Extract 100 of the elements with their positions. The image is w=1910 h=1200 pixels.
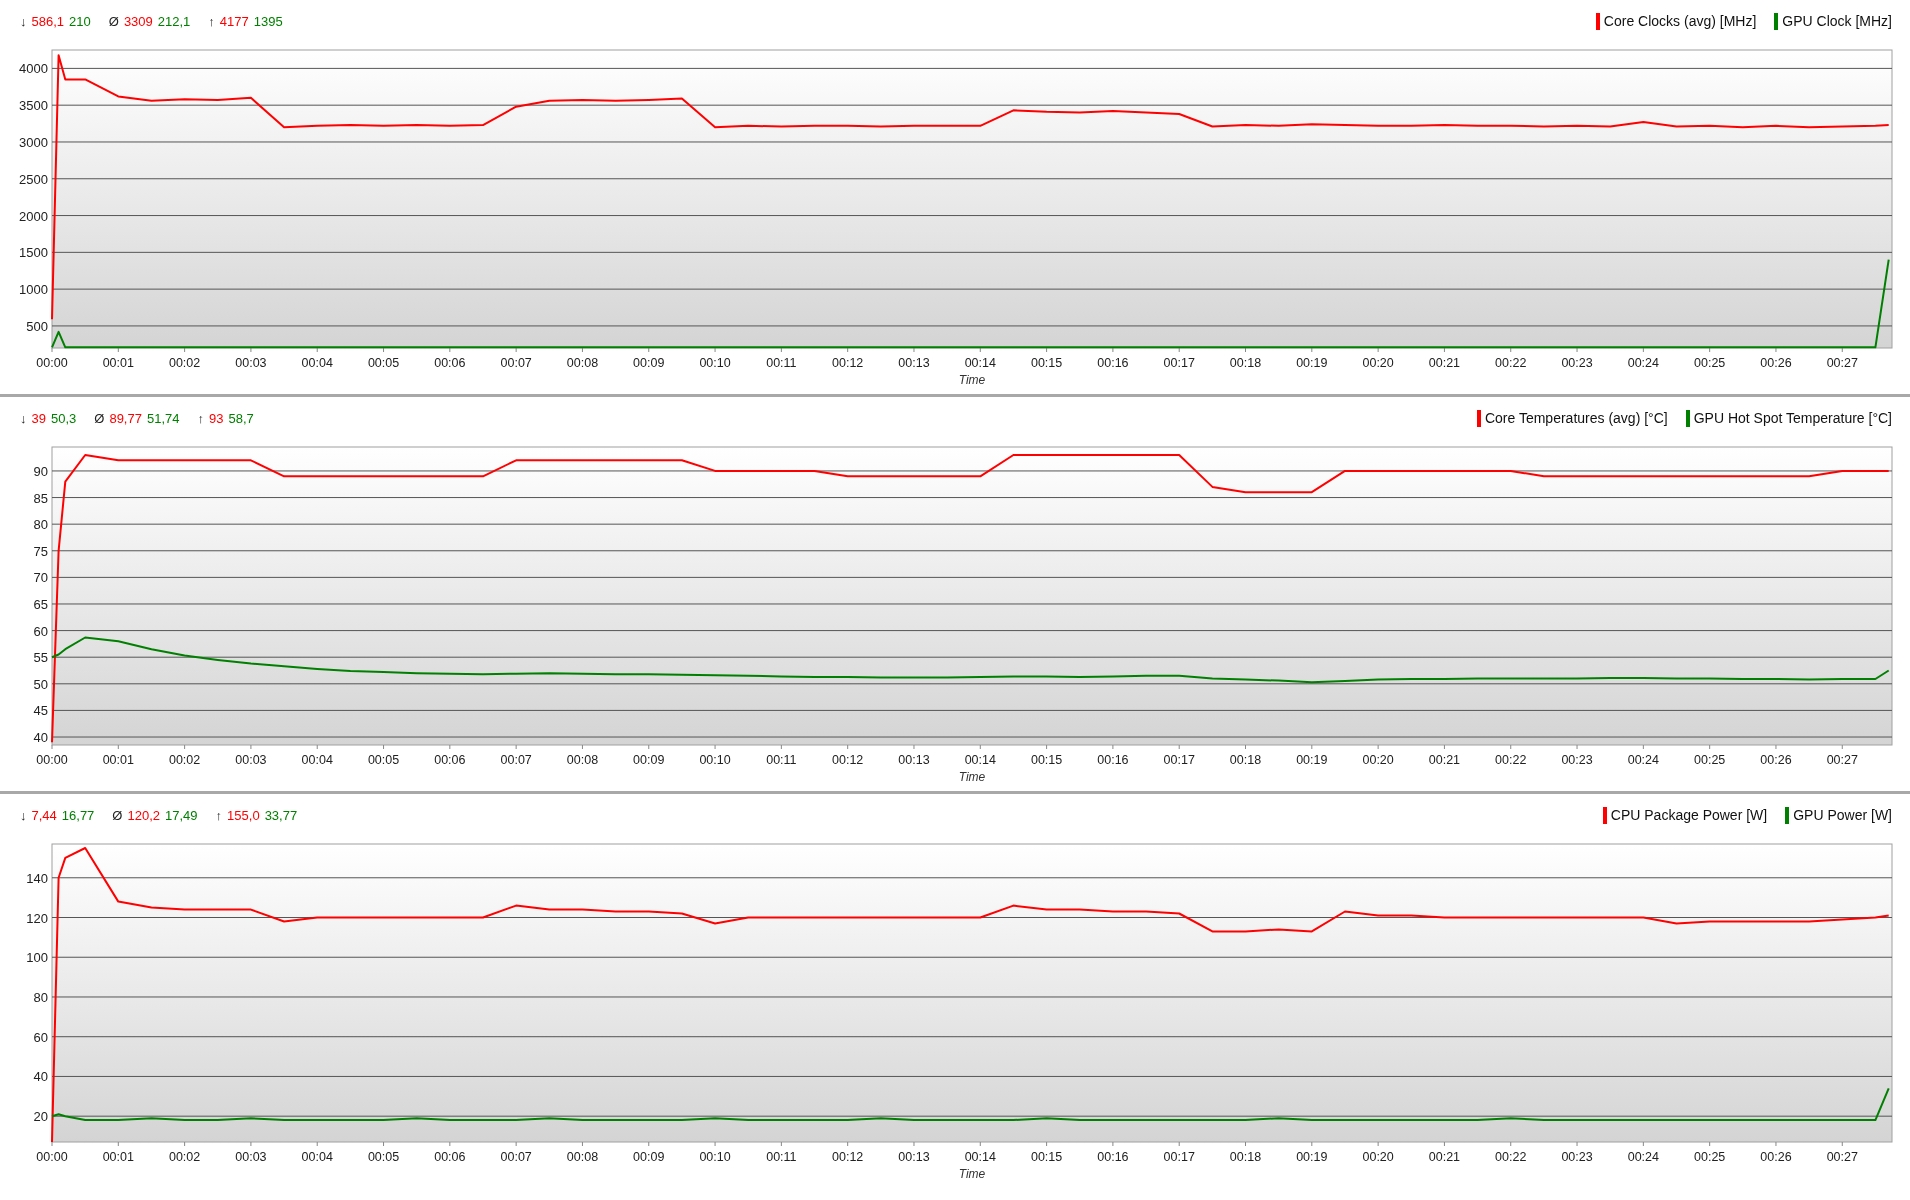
x-tick-label: 00:02 — [168, 1150, 201, 1164]
axis-title: Time — [958, 770, 986, 784]
y-tick-label: 2000 — [19, 208, 48, 224]
x-tick-label: 00:09 — [633, 356, 665, 370]
x-tick-label: 00:21 — [1428, 1150, 1461, 1164]
stat-symbol: Ø — [108, 13, 119, 29]
x-tick-label: 00:27 — [1826, 753, 1858, 767]
stat-value: 16,77 — [61, 807, 95, 823]
x-tick-label: 00:22 — [1495, 356, 1527, 370]
x-tick-label: 00:02 — [168, 356, 201, 370]
stat-value: 3309 — [123, 13, 153, 29]
x-tick-label: 00:17 — [1163, 753, 1195, 767]
y-tick-label: 80 — [33, 517, 48, 533]
x-tick-label: 00:18 — [1229, 356, 1262, 370]
x-tick-label: 00:25 — [1694, 356, 1726, 370]
x-tick-label: 00:18 — [1229, 753, 1262, 767]
x-tick-label: 00:05 — [367, 1150, 400, 1164]
y-tick-label: 140 — [26, 870, 48, 886]
x-tick-label: 00:06 — [434, 753, 466, 767]
y-tick-label: 60 — [33, 1029, 48, 1045]
stat-value: 33,77 — [264, 807, 298, 823]
x-tick-label: 00:22 — [1495, 1150, 1527, 1164]
y-tick-label: 100 — [26, 950, 48, 966]
x-tick-label: 00:19 — [1296, 753, 1328, 767]
y-tick-label: 120 — [26, 910, 48, 926]
x-tick-label: 00:16 — [1097, 356, 1129, 370]
x-tick-label: 00:26 — [1760, 753, 1792, 767]
legend-label: Core Clocks (avg) [MHz] — [1603, 13, 1757, 29]
x-tick-label: 00:11 — [766, 356, 797, 370]
y-tick-label: 1500 — [19, 245, 48, 261]
x-tick-label: 00:23 — [1561, 1150, 1593, 1164]
y-tick-label: 3000 — [19, 135, 48, 150]
x-tick-label: 00:05 — [367, 356, 400, 370]
x-tick-label: 00:11 — [766, 1150, 797, 1164]
stat-value: 39 — [31, 410, 46, 426]
x-tick-label: 00:06 — [434, 1150, 466, 1164]
axis-title: Time — [958, 1167, 986, 1181]
x-tick-label: 00:00 — [36, 356, 68, 370]
legend-label: GPU Power [W] — [1793, 807, 1892, 823]
x-tick-label: 00:16 — [1097, 1150, 1129, 1164]
x-tick-label: 00:20 — [1362, 356, 1394, 370]
x-tick-label: 00:01 — [102, 356, 134, 370]
x-tick-label: 00:04 — [301, 753, 333, 767]
stat-value: 155,0 — [227, 807, 260, 823]
x-tick-label: 00:23 — [1561, 356, 1593, 370]
y-tick-label: 75 — [33, 543, 48, 559]
x-tick-label: 00:15 — [1030, 753, 1063, 767]
x-tick-label: 00:17 — [1163, 356, 1195, 370]
x-tick-label: 00:04 — [301, 356, 333, 370]
stat-value: 51,74 — [146, 410, 180, 426]
x-tick-label: 00:01 — [102, 1150, 134, 1164]
stat-symbol: ↑ — [197, 410, 204, 426]
y-tick-label: 2500 — [19, 171, 48, 187]
x-tick-label: 00:24 — [1627, 1150, 1659, 1164]
x-tick-label: 00:09 — [633, 1150, 665, 1164]
y-tick-label: 45 — [33, 703, 48, 719]
x-tick-label: 00:08 — [566, 356, 599, 370]
x-tick-label: 00:15 — [1030, 1150, 1063, 1164]
y-tick-label: 500 — [26, 318, 48, 334]
y-tick-label: 70 — [33, 570, 48, 586]
y-tick-label: 65 — [33, 597, 48, 612]
x-tick-label: 00:10 — [699, 356, 731, 370]
x-tick-label: 00:21 — [1428, 753, 1461, 767]
x-tick-label: 00:07 — [500, 1150, 532, 1164]
legend-label: Core Temperatures (avg) [°C] — [1484, 410, 1668, 426]
x-tick-label: 00:22 — [1495, 753, 1527, 767]
x-tick-label: 00:18 — [1229, 1150, 1262, 1164]
x-tick-label: 00:21 — [1428, 356, 1461, 370]
x-tick-label: 00:27 — [1826, 1150, 1858, 1164]
legend-label: CPU Package Power [W] — [1610, 807, 1768, 823]
stat-symbol: ↑ — [208, 13, 215, 29]
stat-value: 50,3 — [50, 410, 77, 426]
x-tick-label: 00:10 — [699, 753, 731, 767]
x-tick-label: 00:08 — [566, 753, 599, 767]
x-tick-label: 00:14 — [964, 356, 996, 370]
stat-value: 4177 — [219, 13, 249, 29]
legend-label: GPU Clock [MHz] — [1782, 13, 1892, 29]
axis-title: Time — [958, 373, 986, 387]
x-tick-label: 00:09 — [633, 753, 665, 767]
y-tick-label: 50 — [33, 676, 48, 692]
stat-value: 210 — [69, 13, 91, 29]
legend-label: GPU Hot Spot Temperature [°C] — [1693, 410, 1892, 426]
x-tick-label: 00:03 — [235, 1150, 267, 1164]
x-tick-label: 00:01 — [102, 753, 134, 767]
y-tick-label: 40 — [33, 1069, 48, 1085]
y-tick-label: 40 — [33, 730, 48, 745]
x-tick-label: 00:14 — [964, 753, 996, 767]
stat-value: 586,1 — [31, 13, 65, 29]
x-tick-label: 00:00 — [36, 753, 68, 767]
x-tick-label: 00:08 — [566, 1150, 599, 1164]
stat-value: 7,44 — [31, 807, 57, 823]
x-tick-label: 00:25 — [1694, 753, 1726, 767]
x-tick-label: 00:19 — [1296, 1150, 1328, 1164]
x-tick-label: 00:05 — [367, 753, 400, 767]
y-tick-label: 90 — [33, 463, 48, 479]
x-tick-label: 00:13 — [898, 356, 930, 370]
x-tick-label: 00:20 — [1362, 753, 1394, 767]
x-tick-label: 00:12 — [832, 753, 864, 767]
x-tick-label: 00:02 — [168, 753, 201, 767]
y-tick-label: 4000 — [19, 61, 48, 77]
